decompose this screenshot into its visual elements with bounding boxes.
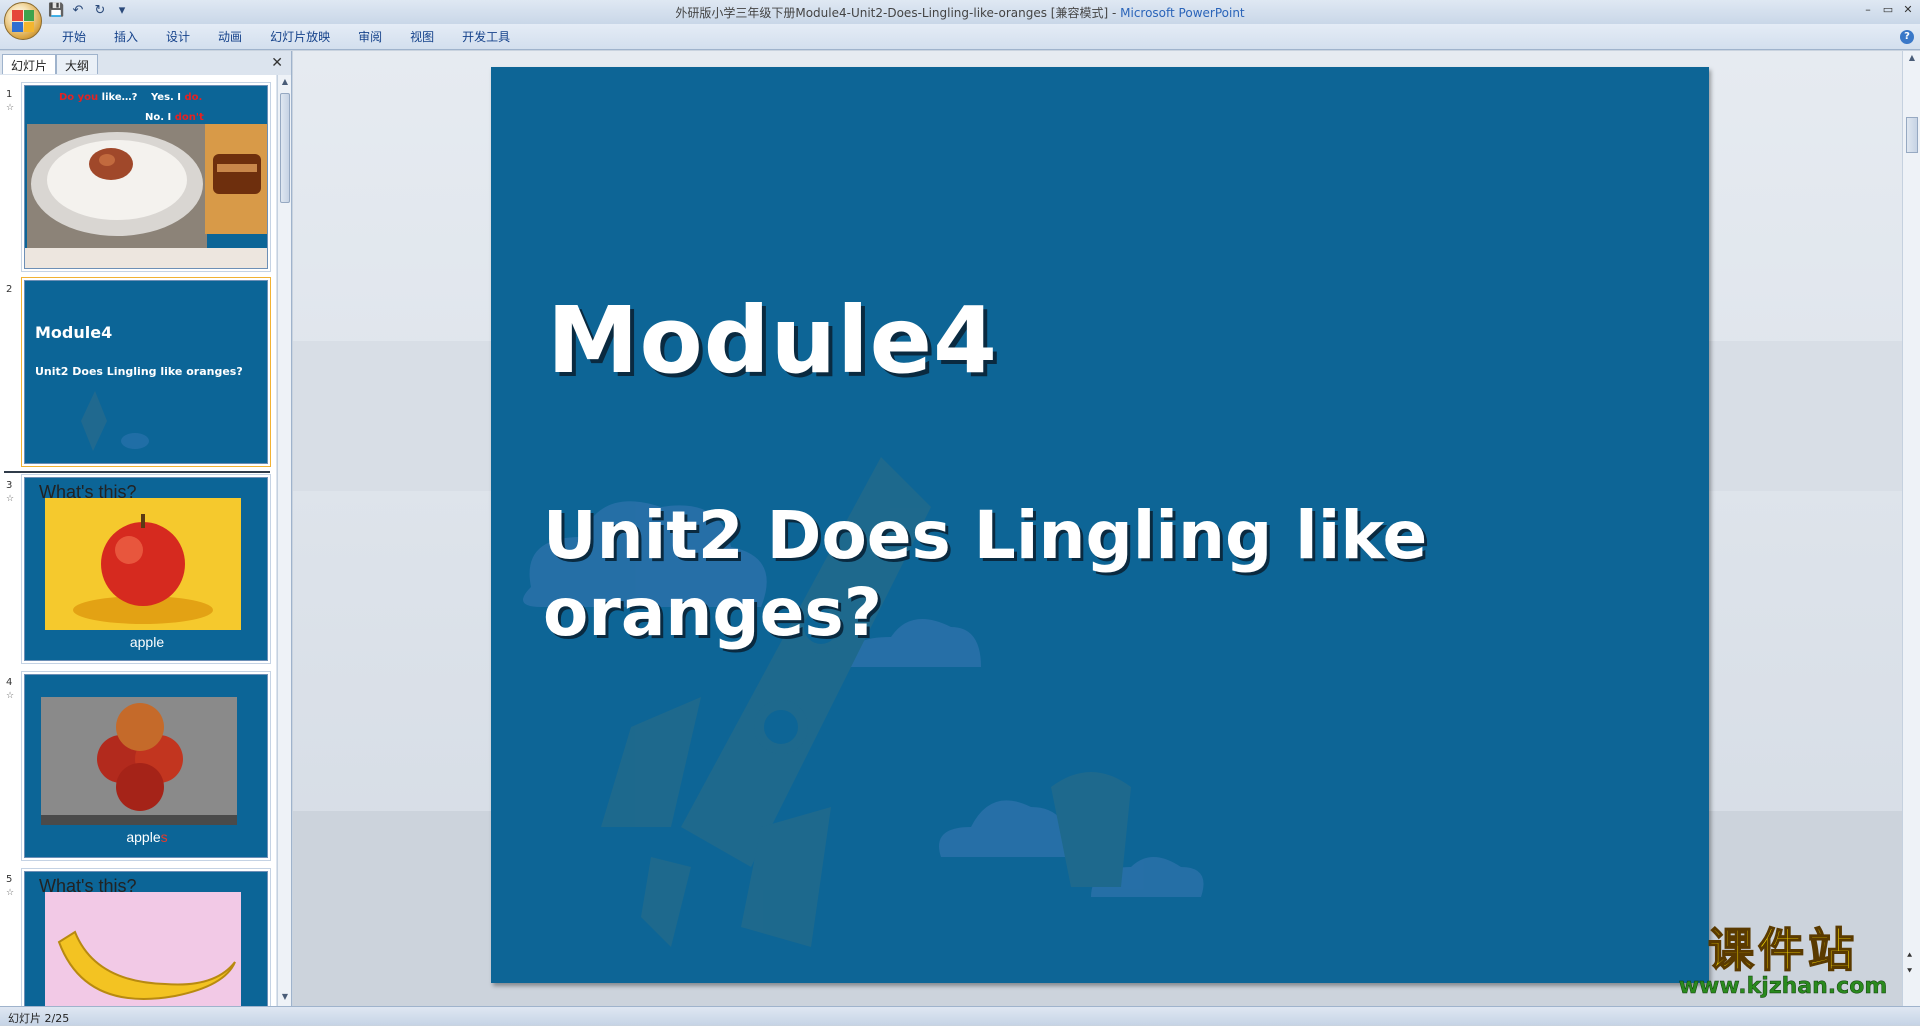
scroll-down-icon[interactable]: ▼ — [280, 992, 290, 1004]
thumbnail-number: 5 — [6, 874, 13, 885]
transition-star-icon: ☆ — [6, 888, 15, 898]
slide-thumbnail-4[interactable]: apples — [24, 674, 268, 858]
transition-star-icon: ☆ — [6, 691, 15, 701]
thumb1-bottom-strip — [25, 248, 267, 268]
apples-image — [41, 697, 237, 825]
editor-scrollbar[interactable]: ▲ ⯅ ⯆ — [1902, 51, 1920, 1006]
slide-canvas: Module4 Unit2 Does Lingling like oranges… — [293, 51, 1902, 1006]
thumb2-title: Module4 — [35, 323, 113, 342]
thumbnail-number: 3 — [6, 480, 13, 491]
next-slide-icon[interactable]: ⯆ — [1906, 967, 1913, 977]
tab-view[interactable]: 视图 — [396, 30, 448, 44]
ribbon-tab-bar: 开始 插入 设计 动画 幻灯片放映 审阅 视图 开发工具 ? — [0, 24, 1920, 50]
restore-button[interactable]: ▭ — [1882, 3, 1894, 16]
thumbnail-list: 1 ☆ Do you like…? Yes. I do. No. I don't — [0, 75, 276, 1006]
slide-thumbnail-5[interactable]: What's this? — [24, 871, 268, 1006]
tab-insert[interactable]: 插入 — [100, 30, 152, 44]
thumb2-rocket-decoration — [81, 391, 149, 451]
panel-close-icon[interactable]: ✕ — [271, 55, 283, 71]
close-button[interactable]: ✕ — [1902, 3, 1914, 16]
scroll-up-icon[interactable]: ▲ — [280, 77, 290, 89]
tab-slides[interactable]: 幻灯片 — [2, 54, 57, 74]
office-logo-icon — [12, 10, 34, 32]
thumb1-text-b: like…? — [98, 92, 138, 103]
status-bar: 幻灯片 2/25 — [0, 1006, 1920, 1025]
editor-scroll-up-icon[interactable]: ▲ — [1907, 53, 1917, 65]
thumb1-text-e: No. I — [145, 112, 175, 123]
tab-design[interactable]: 设计 — [152, 30, 204, 44]
window-controls: – ▭ ✕ — [1862, 3, 1914, 16]
banana-image — [45, 892, 241, 1006]
slide-title[interactable]: Module4 — [547, 287, 998, 394]
application-name: Microsoft PowerPoint — [1120, 6, 1245, 20]
insertion-divider — [4, 471, 270, 473]
thumbnail-number: 4 — [6, 677, 13, 688]
slide-counter: 幻灯片 2/25 — [8, 1012, 70, 1025]
thumb1-line1: Do you like…? Yes. I do. — [59, 92, 202, 103]
slide-editor: Module4 Unit2 Does Lingling like oranges… — [293, 51, 1902, 1006]
watermark-logo: 课件站 www.kjzhan.com — [1668, 923, 1898, 999]
pork-dish-image — [205, 124, 267, 234]
thumb4-caption-plural: s — [160, 829, 168, 845]
slide-thumbnail-1[interactable]: Do you like…? Yes. I do. No. I don't — [24, 85, 268, 269]
tab-home[interactable]: 开始 — [48, 30, 100, 44]
tab-review[interactable]: 审阅 — [344, 30, 396, 44]
thumbnail-number: 2 — [6, 284, 13, 295]
apple-image — [45, 498, 241, 630]
title-separator: - — [1108, 6, 1121, 20]
watermark-url: www.kjzhan.com — [1678, 974, 1888, 999]
thumb4-caption-base: apple — [126, 829, 161, 845]
thumb1-text-c: Yes. I — [150, 92, 185, 103]
title-bar: 💾 ↶ ↻ ▾ 外研版小学三年级下册Module4-Unit2-Does-Lin… — [0, 0, 1920, 40]
rice-bowl-image — [27, 124, 207, 248]
thumbnail-number: 1 — [6, 89, 13, 100]
minimize-button[interactable]: – — [1862, 3, 1874, 16]
tab-outline[interactable]: 大纲 — [56, 54, 99, 74]
slides-panel: 幻灯片 大纲 ✕ 1 ☆ Do you like…? Yes. I do. No… — [0, 51, 292, 1006]
editor-scroll-thumb[interactable] — [1906, 117, 1918, 153]
current-slide[interactable]: Module4 Unit2 Does Lingling like oranges… — [491, 67, 1709, 983]
thumb1-text-f: don't — [174, 112, 204, 123]
tab-slide-show[interactable]: 幻灯片放映 — [256, 30, 344, 44]
thumb3-question: What's this? — [39, 482, 137, 502]
thumb5-question: What's this? — [39, 876, 137, 896]
slide-thumbnail-2[interactable]: Module4 Unit2 Does Lingling like oranges… — [24, 280, 268, 464]
thumb2-subtitle: Unit2 Does Lingling like oranges? — [35, 365, 243, 378]
slide-thumbnail-3[interactable]: What's this? apple — [24, 477, 268, 661]
tab-animations[interactable]: 动画 — [204, 30, 256, 44]
document-name: 外研版小学三年级下册Module4-Unit2-Does-Lingling-li… — [675, 6, 1109, 20]
thumb3-caption: apple — [129, 634, 165, 650]
office-button[interactable] — [4, 2, 42, 40]
transition-star-icon: ☆ — [6, 103, 15, 113]
thumb4-caption: apples — [25, 829, 267, 845]
thumbnail-scrollbar[interactable]: ▲ ▼ — [277, 75, 291, 1006]
thumb1-text-a: Do you — [59, 92, 99, 103]
slide-subtitle[interactable]: Unit2 Does Lingling like oranges? — [543, 497, 1709, 651]
help-icon[interactable]: ? — [1900, 30, 1914, 44]
thumb1-text-d: do. — [184, 92, 203, 103]
window-title: 外研版小学三年级下册Module4-Unit2-Does-Lingling-li… — [0, 4, 1920, 21]
watermark-cn-text: 课件站 — [1707, 923, 1858, 977]
transition-star-icon: ☆ — [6, 494, 15, 504]
thumbnail-scroll-thumb[interactable] — [280, 93, 290, 203]
tab-developer[interactable]: 开发工具 — [448, 30, 524, 44]
previous-slide-icon[interactable]: ⯅ — [1906, 951, 1913, 961]
thumb1-line2: No. I don't — [145, 112, 204, 123]
